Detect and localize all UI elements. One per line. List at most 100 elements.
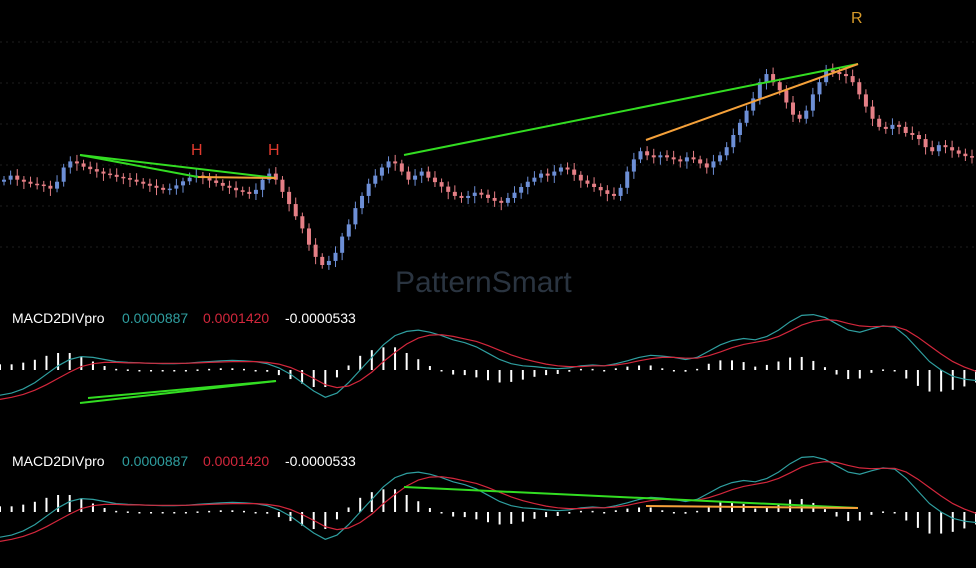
candle-body xyxy=(214,180,219,183)
histogram-bar xyxy=(672,370,675,372)
histogram-bar xyxy=(243,510,245,513)
histogram-bar xyxy=(777,361,780,370)
candle-body xyxy=(744,110,749,123)
candle-body xyxy=(698,159,703,164)
histogram-bar xyxy=(219,510,222,512)
histogram-bar xyxy=(568,512,571,514)
signal-value: 0.0001420 xyxy=(203,453,270,469)
histogram-bar xyxy=(115,510,118,513)
histogram-bar xyxy=(463,512,466,518)
histogram-bar xyxy=(661,368,664,370)
watermark-text: PatternSmart xyxy=(395,266,572,299)
histogram-bar xyxy=(80,356,83,370)
candle-body xyxy=(737,122,742,135)
histogram-bar xyxy=(68,494,71,512)
histogram-bar xyxy=(545,370,548,376)
candle-body xyxy=(181,181,186,186)
histogram-bar xyxy=(359,355,362,370)
histogram-bar xyxy=(905,370,908,379)
candle-body xyxy=(287,191,292,205)
histogram-bar xyxy=(208,368,211,371)
histogram-bar xyxy=(754,366,757,370)
candle-body xyxy=(300,216,305,229)
histogram-bar xyxy=(626,508,629,512)
histogram-bar xyxy=(719,360,722,370)
candle-body xyxy=(320,256,325,265)
candle-body xyxy=(41,184,46,187)
histogram-bar xyxy=(266,370,269,372)
macd-line xyxy=(0,455,976,540)
histogram-bar xyxy=(417,501,420,512)
histogram-bar xyxy=(394,347,397,370)
candle-body xyxy=(386,161,391,168)
histogram-bar xyxy=(707,363,710,370)
histogram-bar xyxy=(905,512,908,521)
histogram-bar xyxy=(475,512,478,520)
histogram-bar xyxy=(568,370,571,372)
candle-body xyxy=(432,177,437,183)
indicator-name: MACD2DIVpro xyxy=(12,310,105,326)
candle-body xyxy=(585,180,590,184)
histogram-bar xyxy=(254,370,257,372)
candle-body xyxy=(21,179,26,182)
divergence-drawings[interactable] xyxy=(79,63,859,179)
candle-body xyxy=(134,179,139,182)
candle-body xyxy=(704,163,709,168)
macd-panel-1 xyxy=(0,313,976,404)
candle-body xyxy=(512,192,517,198)
candle-body xyxy=(797,114,802,119)
candle-body xyxy=(857,82,862,95)
histogram-bar xyxy=(126,369,129,371)
candle-body xyxy=(8,175,13,180)
histogram-bar xyxy=(208,510,211,513)
histogram-bar xyxy=(510,512,513,524)
candle-body xyxy=(936,145,941,152)
histogram-bar xyxy=(440,370,443,372)
histogram-bar xyxy=(428,366,431,370)
candle-body xyxy=(665,155,670,158)
candle-body xyxy=(114,174,119,177)
candle-body xyxy=(379,167,384,176)
histogram-bar xyxy=(382,347,385,370)
candle-body xyxy=(15,175,20,180)
histogram-bar xyxy=(649,365,652,370)
histogram-bar xyxy=(115,368,118,371)
candle-body xyxy=(645,151,650,156)
histogram-bar xyxy=(835,512,838,517)
histogram-bar xyxy=(591,368,594,371)
histogram-bar xyxy=(521,512,524,522)
candle-body xyxy=(764,74,769,83)
histogram-bar xyxy=(870,370,873,373)
candle-body xyxy=(963,153,968,157)
histogram-bar xyxy=(684,512,687,514)
candle-body xyxy=(280,179,285,192)
histogram-bar xyxy=(254,512,257,514)
candle-body xyxy=(923,139,928,148)
candle-body xyxy=(452,191,457,196)
histogram-bar xyxy=(556,370,559,374)
histogram-bar xyxy=(150,370,153,372)
histogram-bar xyxy=(138,370,141,372)
histogram-bar xyxy=(963,370,966,387)
histogram-bar xyxy=(579,368,582,371)
histogram-bar xyxy=(91,361,94,370)
candle-body xyxy=(950,147,955,151)
histogram-bar xyxy=(347,507,350,512)
candle-body xyxy=(804,110,809,119)
histogram-bar xyxy=(394,489,397,512)
candle-body xyxy=(35,183,40,186)
histogram-bar xyxy=(603,512,606,514)
histogram-bar xyxy=(335,512,338,520)
candle-body xyxy=(247,191,252,194)
candle-body xyxy=(572,169,577,175)
histogram-bar xyxy=(417,359,420,370)
histogram-bar xyxy=(498,512,501,525)
histogram-bar xyxy=(231,368,234,370)
histogram-bar xyxy=(103,508,106,512)
candle-body xyxy=(141,181,146,184)
histogram-bar xyxy=(405,352,408,370)
candle-body xyxy=(870,106,875,119)
histogram-bar xyxy=(521,370,524,380)
candle-body xyxy=(890,124,895,129)
candle-body xyxy=(326,260,331,265)
